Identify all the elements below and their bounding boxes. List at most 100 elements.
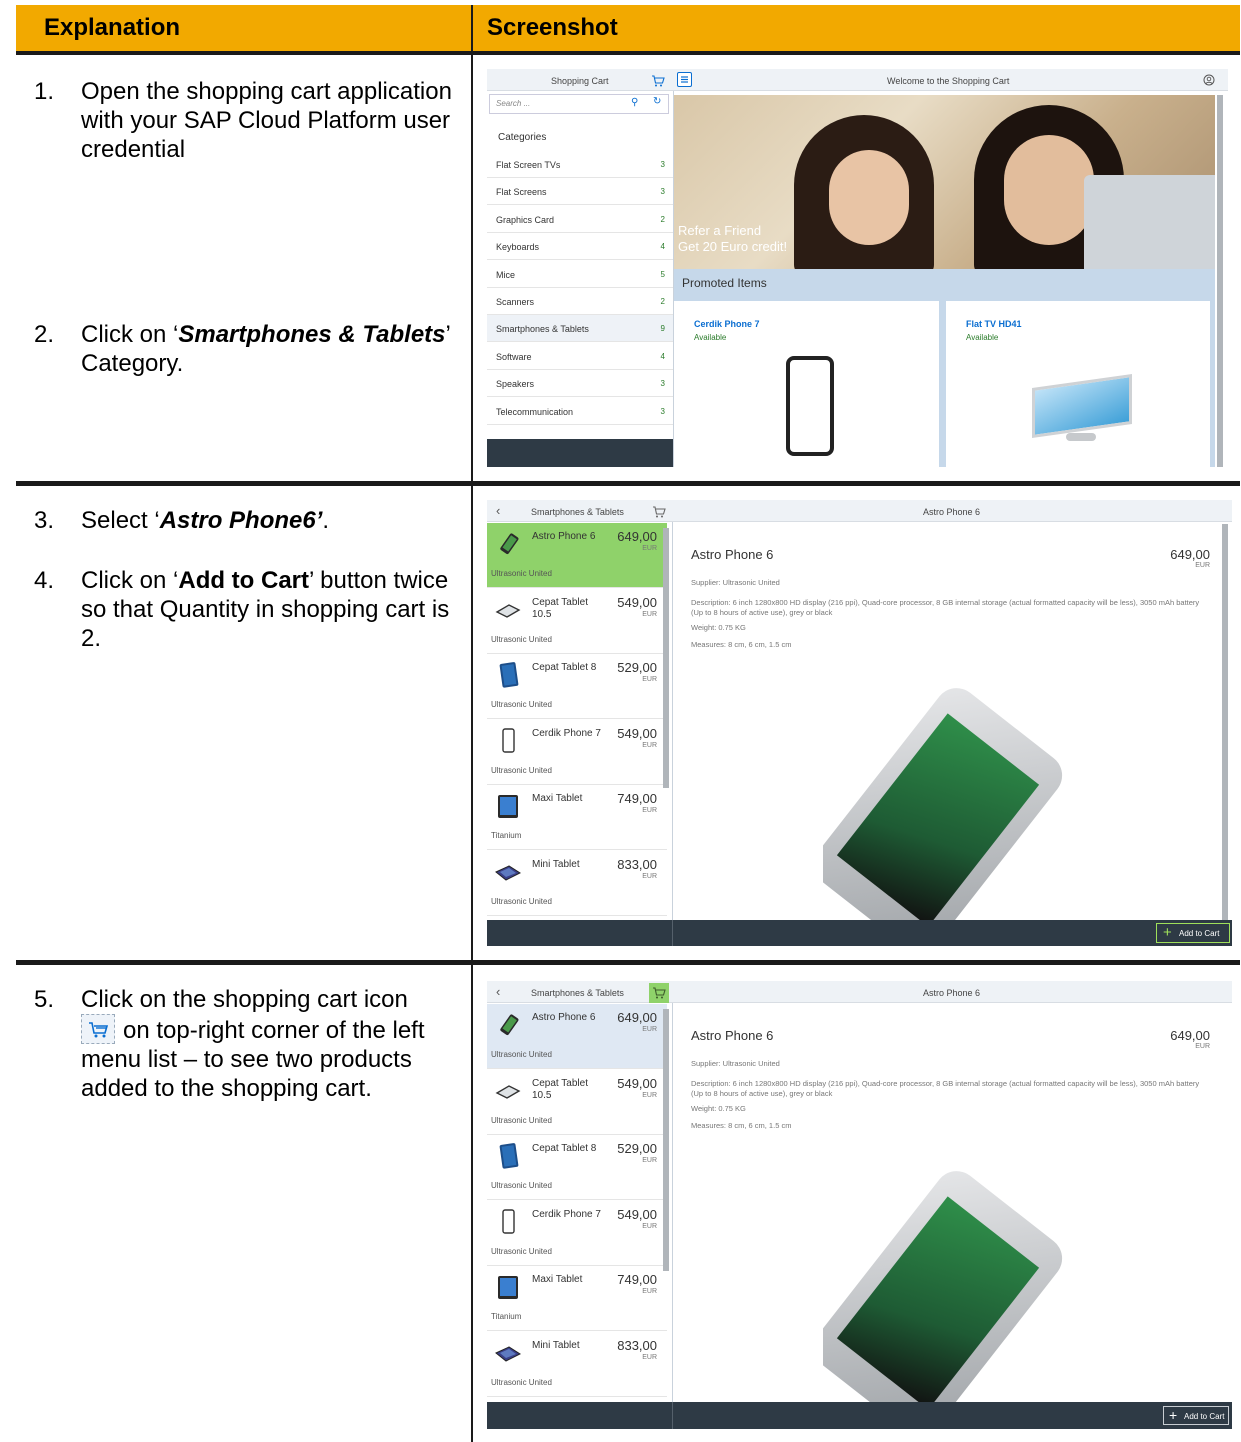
product-name: Cerdik Phone 7 bbox=[532, 727, 601, 739]
product-list-item[interactable]: Astro Phone 6 649,00 EUR Ultrasonic United bbox=[487, 1004, 667, 1069]
category-count: 3 bbox=[660, 160, 665, 169]
product-list-item[interactable]: Cepat Tablet 8 529,00 EUR Ultrasonic United bbox=[487, 1135, 667, 1200]
promo-status: Available bbox=[966, 333, 999, 342]
user-icon[interactable] bbox=[1203, 74, 1215, 86]
detail-header: Astro Phone 6 bbox=[923, 507, 981, 517]
step-number: 1. bbox=[34, 78, 55, 105]
product-supplier: Ultrasonic United bbox=[491, 1377, 552, 1387]
step-text: Click on the shopping cart icon on top-ri… bbox=[81, 986, 425, 1102]
product-list-item[interactable]: Cepat Tablet 8 529,00 EUR Ultrasonic United bbox=[487, 654, 667, 719]
product-list-item[interactable]: Cepat Tablet 10.5 549,00 EUR Ultrasonic Uni… bbox=[487, 589, 667, 654]
category-name: Software bbox=[496, 351, 532, 362]
menu-button[interactable] bbox=[677, 72, 692, 87]
product-price: 649,00 bbox=[617, 1010, 657, 1025]
category-item[interactable]: Mice 5 bbox=[487, 261, 673, 288]
product-supplier: Ultrasonic United bbox=[491, 896, 552, 906]
product-price: 549,00 bbox=[617, 594, 657, 610]
cart-icon[interactable] bbox=[651, 75, 665, 87]
detail-header: Astro Phone 6 bbox=[923, 988, 981, 998]
product-thumbnail-icon bbox=[495, 1078, 521, 1104]
list-title: Smartphones & Tablets bbox=[531, 988, 624, 998]
scrollbar[interactable] bbox=[1217, 95, 1223, 467]
search-input[interactable]: Search ... bbox=[489, 94, 669, 114]
face-man bbox=[1004, 135, 1094, 245]
back-icon[interactable]: ‹ bbox=[496, 984, 500, 999]
product-list-item[interactable]: Cerdik Phone 7 549,00 EUR Ultrasonic United bbox=[487, 1201, 667, 1266]
detail-scrollbar[interactable] bbox=[1222, 524, 1228, 920]
product-price: 749,00 bbox=[617, 791, 657, 806]
product-price: 549,00 bbox=[617, 725, 657, 741]
category-count: 5 bbox=[660, 269, 665, 279]
category-item[interactable]: Flat Screens 3 bbox=[487, 178, 673, 206]
product-supplier: Ultrasonic United bbox=[491, 765, 552, 775]
category-item[interactable]: Graphics Card 2 bbox=[487, 206, 673, 233]
category-item[interactable]: Flat Screen TVs 3 bbox=[487, 151, 673, 178]
category-item[interactable]: Telecommunication 3 bbox=[487, 398, 673, 425]
product-currency: EUR bbox=[642, 1353, 657, 1361]
explanation-header: Explanation bbox=[16, 5, 471, 51]
hamburger-icon bbox=[681, 76, 688, 83]
product-list-item[interactable]: Cepat Tablet 10.5 549,00 EUR Ultrasonic Uni… bbox=[487, 1070, 667, 1135]
product-list-item[interactable]: Mini Tablet 833,00 EUR Ultrasonic United bbox=[487, 1332, 667, 1397]
step-number: 3. bbox=[34, 507, 55, 534]
product-currency: EUR bbox=[642, 872, 657, 880]
product-name: Cepat Tablet 10.5 bbox=[532, 1077, 588, 1101]
product-list-item[interactable]: Mini Tablet 833,00 EUR Ultrasonic United bbox=[487, 851, 667, 916]
list-scrollbar[interactable] bbox=[663, 1009, 669, 1271]
product-name: Cepat Tablet 8 bbox=[532, 662, 597, 673]
promo-name: Cerdik Phone 7 bbox=[694, 319, 760, 329]
search-icon[interactable]: ⚲ bbox=[631, 97, 638, 108]
product-name: Maxi Tablet bbox=[532, 793, 583, 804]
category-count: 3 bbox=[660, 406, 665, 416]
add-to-cart-button[interactable]: + Add to Cart bbox=[1156, 923, 1230, 943]
detail-weight: Weight: 0.75 KG bbox=[691, 623, 746, 632]
list-scrollbar[interactable] bbox=[663, 528, 669, 788]
plus-icon: + bbox=[1169, 1407, 1178, 1423]
step-2: 2. Click on ‘Smartphones & Tablets’ Categ… bbox=[34, 320, 454, 378]
detail-description: Description: 6 inch 1280x800 HD display … bbox=[691, 598, 1200, 617]
header-divider bbox=[16, 51, 1240, 55]
refresh-icon[interactable]: ↻ bbox=[653, 96, 661, 107]
monitor-stand bbox=[1066, 433, 1096, 441]
category-item[interactable]: Scanners 2 bbox=[487, 288, 673, 315]
step-5: 5. Click on the shopping cart icon on top-… bbox=[34, 985, 454, 1103]
step-number: 5. bbox=[34, 986, 55, 1013]
product-thumbnail-icon bbox=[495, 1340, 522, 1366]
category-item[interactable]: Keyboards 4 bbox=[487, 233, 673, 261]
category-item[interactable]: Smartphones & Tablets 9 bbox=[487, 315, 673, 343]
product-price: 833,00 bbox=[617, 1337, 657, 1353]
step-text: Click on ‘Smartphones & Tablets’ Categor… bbox=[81, 321, 450, 377]
step-text: Select ‘Astro Phone6’. bbox=[81, 507, 330, 534]
row-divider bbox=[16, 960, 1240, 965]
product-price: 833,00 bbox=[617, 856, 657, 872]
product-name: Astro Phone 6 bbox=[532, 1012, 596, 1023]
product-price: 549,00 bbox=[617, 1206, 657, 1222]
product-supplier: Titanium bbox=[491, 831, 522, 840]
plus-icon: + bbox=[1163, 924, 1172, 941]
product-currency: EUR bbox=[642, 1026, 657, 1033]
row-divider bbox=[16, 481, 1240, 486]
product-thumbnail-icon bbox=[495, 727, 521, 754]
product-thumbnail-icon bbox=[495, 859, 522, 885]
hero-banner: Refer a Friend Get 20 Euro credit! bbox=[674, 95, 1215, 269]
cart-button[interactable] bbox=[649, 983, 669, 1003]
product-list-item[interactable]: Astro Phone 6 649,00 EUR Ultrasonic United bbox=[487, 523, 667, 588]
promo-card[interactable]: Flat TV HD41 Available bbox=[946, 301, 1210, 467]
product-list-item[interactable]: Maxi Tablet 749,00 EUR Titanium bbox=[487, 1266, 667, 1331]
hero-text-2: Get 20 Euro credit! bbox=[678, 239, 788, 254]
footer-toolbar bbox=[487, 920, 1232, 946]
cart-icon[interactable] bbox=[652, 506, 666, 518]
category-item[interactable]: Speakers 3 bbox=[487, 370, 673, 398]
product-currency: EUR bbox=[642, 545, 657, 552]
product-price: 529,00 bbox=[617, 1141, 657, 1156]
product-name: Mini Tablet bbox=[532, 1339, 580, 1351]
add-to-cart-button[interactable]: + Add to Cart bbox=[1163, 1406, 1229, 1425]
back-icon[interactable]: ‹ bbox=[496, 503, 500, 518]
detail-currency: EUR bbox=[1195, 562, 1210, 569]
product-list-item[interactable]: Cerdik Phone 7 549,00 EUR Ultrasonic United bbox=[487, 720, 667, 785]
product-list-item[interactable]: Maxi Tablet 749,00 EUR Titanium bbox=[487, 785, 667, 850]
category-item[interactable]: Software 4 bbox=[487, 343, 673, 370]
product-image bbox=[823, 1153, 1073, 1403]
promo-card[interactable]: Cerdik Phone 7 Available bbox=[674, 301, 939, 467]
product-supplier: Ultrasonic United bbox=[491, 569, 552, 578]
